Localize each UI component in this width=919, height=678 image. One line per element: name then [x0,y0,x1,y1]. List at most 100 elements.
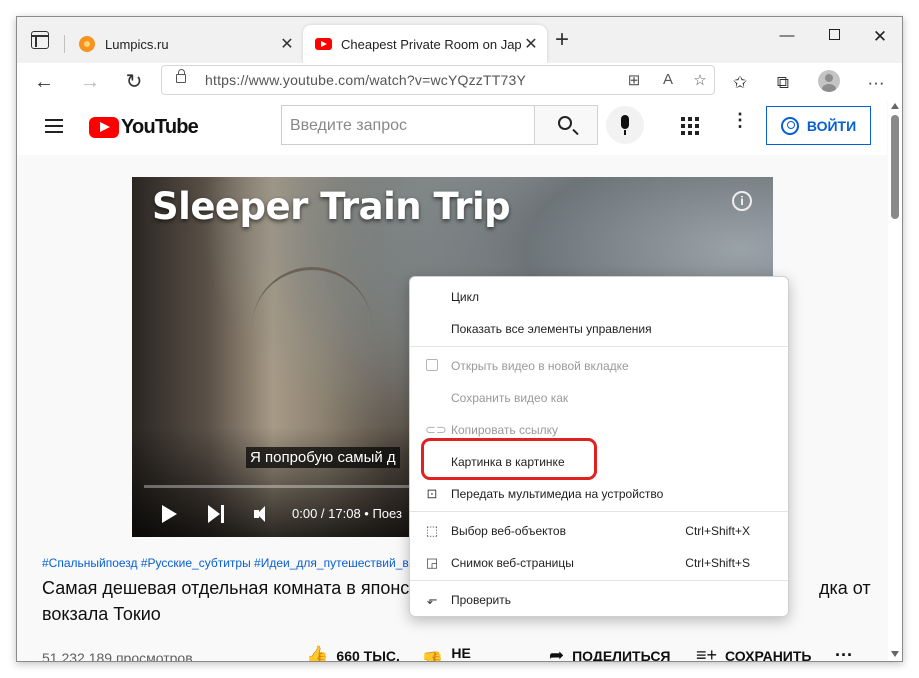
menu-item-label: Выбор веб-объектов [451,524,566,538]
link-icon: ⊂⊃ [425,422,447,437]
immersive-reader-icon[interactable]: ⊞ [624,71,644,89]
signin-label: ВОЙТИ [806,117,857,134]
tab-close-icon[interactable]: ✕ [277,34,297,54]
tab-close-icon[interactable]: ✕ [521,34,541,54]
thumbs-up-icon: 👍 [306,645,329,662]
share-button[interactable]: ➦ ПОДЕЛИТЬСЯ [549,645,671,661]
video-subtitle: Я попробую самый д [246,447,400,468]
read-aloud-icon[interactable]: A [658,71,678,88]
close-window-button[interactable]: ✕ [865,27,895,47]
back-button[interactable]: ← [31,69,57,95]
navigation-bar: ← → ↻ https://www.youtube.com/watch?v=wc… [17,63,902,101]
menu-item-open-new-tab[interactable]: Открыть видео в новой вкладке [410,352,788,380]
menu-item-label: Проверить [451,593,512,607]
search-placeholder: Введите запрос [290,117,407,134]
playlist-add-icon: ≡+ [696,645,718,662]
microphone-icon [621,115,629,135]
tab-title: Cheapest Private Room on Japan [341,36,521,52]
menu-item-shortcut: Ctrl+Shift+X [685,524,750,538]
page-scrollbar[interactable] [888,101,902,661]
next-icon[interactable] [208,505,226,523]
video-frame-hanger [252,267,372,327]
menu-item-label: Копировать ссылку [451,423,558,437]
tab-actions-icon[interactable] [31,31,49,49]
menu-item-label: Снимок веб-страницы [451,556,574,570]
menu-item-shortcut: Ctrl+Shift+S [685,556,750,570]
collections-icon[interactable]: ⧉ [771,73,795,93]
account-icon [780,116,799,135]
video-overlay-title: Sleeper Train Trip [152,185,511,228]
menu-item-label: Цикл [451,290,479,304]
voice-search-button[interactable] [606,106,644,144]
lock-icon[interactable] [176,69,186,83]
video-title-line2: вокзала Токио [42,604,161,624]
youtube-logo-icon [89,117,119,138]
settings-more-icon[interactable]: ··· [864,73,888,93]
web-select-icon: ⬚ [425,523,439,538]
info-icon[interactable]: i [732,191,752,211]
scroll-thumb[interactable] [891,115,899,219]
video-title-part2: дка от [819,578,871,598]
menu-item-label: Передать мультимедиа на устройство [451,487,664,501]
menu-item-label: Показать все элементы управления [451,322,652,336]
more-actions-icon[interactable]: ··· [835,645,853,661]
highlight-annotation [421,438,597,480]
menu-item-label: Сохранить видео как [451,391,569,405]
video-time: 0:00 / 17:08 • Поез [292,506,402,521]
youtube-logo[interactable]: YouTube [89,116,199,139]
scroll-down-arrow-icon[interactable] [891,651,899,657]
dislike-label: НЕ НРАВИТСЯ [451,645,471,661]
tab-youtube[interactable]: Cheapest Private Room on Japan ✕ [303,25,547,63]
menu-item-web-capture[interactable]: ◲ Снимок веб-страницы Ctrl+Shift+S [410,549,788,577]
menu-icon[interactable] [45,119,63,133]
settings-kebab-icon[interactable]: ⋮ [731,111,749,129]
like-count: 660 ТЫС. [336,647,400,662]
menu-item-save-video[interactable]: Сохранить видео как [410,384,788,412]
youtube-favicon-icon [315,38,332,50]
maximize-icon [828,29,840,40]
search-input[interactable]: Введите запрос [281,105,534,145]
scroll-up-arrow-icon[interactable] [891,103,899,109]
menu-separator [410,346,788,347]
tab-lumpics[interactable]: Lumpics.ru ✕ [65,25,303,63]
web-capture-icon: ◲ [425,555,439,570]
save-label: СОХРАНИТЬ [725,647,812,662]
lumpics-favicon-icon [79,36,95,52]
reload-button[interactable]: ↻ [121,69,147,95]
dislike-button[interactable]: 👎 НЕ НРАВИТСЯ [421,645,531,662]
new-tab-button[interactable]: + [551,28,573,52]
volume-icon[interactable] [254,506,274,522]
like-button[interactable]: 👍 660 ТЫС. [306,645,400,662]
maximize-button[interactable] [819,27,849,44]
view-count: 51 232 189 просмотров... [42,650,205,662]
favorites-icon[interactable]: ✩ [728,73,752,93]
thumbs-down-icon: 👎 [421,650,444,662]
youtube-header: YouTube Введите запрос ⋮ ВОЙТИ [17,101,887,155]
menu-item-inspect[interactable]: ⬐ Проверить [410,586,788,614]
video-title-part1: Самая дешевая отдельная комната в японск… [42,578,412,598]
save-button[interactable]: ≡+ СОХРАНИТЬ [696,645,812,662]
search-button[interactable] [534,105,598,145]
youtube-logo-text: YouTube [121,116,199,138]
play-icon[interactable] [162,505,177,523]
tab-title: Lumpics.ru [105,36,169,52]
address-bar[interactable]: https://www.youtube.com/watch?v=wcYQzzTT… [161,65,715,95]
url-text[interactable]: https://www.youtube.com/watch?v=wcYQzzTT… [205,72,526,88]
menu-item-show-controls[interactable]: Показать все элементы управления [410,315,788,343]
menu-item-web-select[interactable]: ⬚ Выбор веб-объектов Ctrl+Shift+X [410,517,788,545]
signin-button[interactable]: ВОЙТИ [766,106,871,145]
video-hashtags[interactable]: #Спальныйпоезд #Русские_субтитры #Идеи_д… [42,556,422,570]
search-icon [558,116,572,130]
menu-item-loop[interactable]: Цикл [410,283,788,311]
add-favorite-icon[interactable]: ☆ [690,71,710,89]
forward-button[interactable]: → [77,69,103,95]
menu-item-cast-media[interactable]: ⊡ Передать мультимедиа на устройство [410,480,788,508]
apps-grid-icon[interactable] [681,117,699,135]
menu-separator [410,511,788,512]
minimize-button[interactable]: — [772,27,802,44]
menu-item-label: Открыть видео в новой вкладке [451,359,629,373]
tab-bar: Lumpics.ru ✕ Cheapest Private Room on Ja… [17,17,902,63]
cast-icon: ⊡ [426,486,438,501]
profile-avatar[interactable] [818,70,840,92]
new-tab-icon [425,359,439,373]
